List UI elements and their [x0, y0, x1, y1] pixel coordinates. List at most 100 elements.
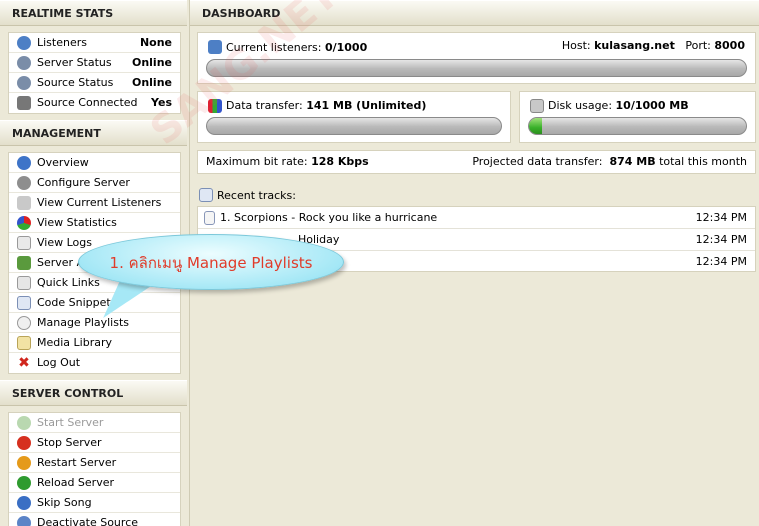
recent-tracks-label: Recent tracks: — [217, 189, 296, 202]
stop-icon — [17, 436, 31, 450]
info-icon — [17, 156, 31, 170]
disk-icon — [530, 99, 544, 113]
transfer-bar — [206, 117, 502, 135]
data-transfer-box: Data transfer: 141 MB (Unlimited) — [197, 91, 511, 143]
track-time: 12:34 PM — [695, 211, 747, 224]
menu-skip-song[interactable]: Skip Song — [9, 493, 180, 513]
menu-label: View Current Listeners — [37, 196, 162, 209]
host-value: kulasang.net — [594, 39, 675, 52]
folder-icon — [17, 336, 31, 350]
projected-line: Projected data transfer: 874 MB total th… — [472, 155, 747, 168]
link-icon — [17, 276, 31, 290]
realtime-stats-panel: Listeners None Server Status Online Sour… — [8, 32, 181, 114]
log-icon — [17, 236, 31, 250]
menu-stop-server[interactable]: Stop Server — [9, 433, 180, 453]
menu-start-server[interactable]: Start Server — [9, 413, 180, 433]
menu-label: Skip Song — [37, 496, 92, 509]
projected-label: Projected data transfer: — [472, 155, 603, 168]
broadcast-icon — [17, 56, 31, 70]
disc-icon — [17, 316, 31, 330]
track-time: 12:34 PM — [695, 233, 747, 246]
track-row: 1. Scorpions - Rock you like a hurricane… — [198, 207, 755, 229]
menu-label: Server A — [37, 256, 85, 269]
menu-label: Quick Links — [37, 276, 100, 289]
stat-row-server-status: Server Status Online — [9, 53, 180, 73]
tracks-icon — [199, 188, 213, 202]
bitrate-line: Maximum bit rate: 128 Kbps — [206, 155, 369, 168]
menu-label: Configure Server — [37, 176, 130, 189]
menu-restart-server[interactable]: Restart Server — [9, 453, 180, 473]
stat-value: Online — [131, 56, 172, 69]
menu-view-statistics[interactable]: View Statistics — [9, 213, 180, 233]
menu-label: Reload Server — [37, 476, 114, 489]
realtime-stats-header: REALTIME STATS — [0, 0, 187, 26]
menu-configure-server[interactable]: Configure Server — [9, 173, 180, 193]
port-value: 8000 — [714, 39, 745, 52]
projected-suffix: total this month — [659, 155, 747, 168]
disk-label: Disk usage: — [548, 99, 613, 112]
bitrate-box: Maximum bit rate: 128 Kbps Projected dat… — [197, 150, 756, 174]
disk-line: Disk usage: 10/1000 MB — [548, 99, 689, 112]
stat-value: Online — [131, 76, 172, 89]
menu-deactivate-source[interactable]: Deactivate Source — [9, 513, 180, 526]
transfer-line: Data transfer: 141 MB (Unlimited) — [226, 99, 426, 112]
menu-label: Stop Server — [37, 436, 102, 449]
file-icon — [204, 211, 215, 225]
port-label: Port: — [685, 39, 711, 52]
stat-row-listeners: Listeners None — [9, 33, 180, 53]
stat-row-source-connected: Source Connected Yes — [9, 93, 180, 113]
deactivate-icon — [17, 516, 31, 526]
users-icon — [17, 196, 31, 210]
menu-label: Overview — [37, 156, 89, 169]
listeners-box: Current listeners: 0/1000 Host: kulasang… — [197, 32, 756, 84]
gear-icon — [17, 176, 31, 190]
menu-label: Start Server — [37, 416, 104, 429]
management-header: MANAGEMENT — [0, 120, 187, 146]
stat-value: Yes — [151, 96, 172, 109]
listeners-value: 0/1000 — [324, 41, 368, 54]
restart-icon — [17, 456, 31, 470]
stat-row-source-status: Source Status Online — [9, 73, 180, 93]
host-line: Host: kulasang.net Port: 8000 — [562, 39, 745, 52]
menu-overview[interactable]: Overview — [9, 153, 180, 173]
disk-bar-fill — [529, 118, 543, 134]
track-time: 12:34 PM — [695, 255, 747, 268]
stat-value: None — [139, 36, 172, 49]
transfer-value: 141 MB (Unlimited) — [306, 99, 427, 112]
play-icon — [17, 416, 31, 430]
x-icon: ✖ — [18, 355, 30, 371]
menu-view-current-listeners[interactable]: View Current Listeners — [9, 193, 180, 213]
menu-label: View Logs — [37, 236, 92, 249]
host-label: Host: — [561, 39, 591, 52]
bar-chart-icon — [208, 99, 222, 113]
listeners-label: Current listeners: — [226, 41, 322, 54]
bitrate-label: Maximum bit rate: — [206, 155, 308, 168]
menu-label: Deactivate Source — [37, 516, 139, 526]
server-control-header: SERVER CONTROL — [0, 380, 187, 406]
menu-media-library[interactable]: Media Library — [9, 333, 180, 353]
pie-chart-icon — [17, 216, 31, 230]
menu-label: Restart Server — [37, 456, 117, 469]
projected-value: 874 MB — [609, 155, 656, 168]
stat-label: Server Status — [37, 56, 112, 69]
disk-value: 10/1000 MB — [615, 99, 689, 112]
stat-label: Source Status — [37, 76, 114, 89]
users-icon — [17, 36, 31, 50]
menu-reload-server[interactable]: Reload Server — [9, 473, 180, 493]
menu-log-out[interactable]: ✖ Log Out — [9, 353, 180, 373]
users-icon — [208, 40, 222, 54]
server-icon — [17, 256, 31, 270]
menu-label: View Statistics — [37, 216, 117, 229]
menu-label: Media Library — [37, 336, 112, 349]
stat-label: Listeners — [37, 36, 87, 49]
bitrate-value: 128 Kbps — [311, 155, 369, 168]
annotation-callout: 1. คลิกเมนู Manage Playlists — [78, 234, 344, 290]
menu-label: Log Out — [37, 356, 81, 369]
track-title: 1. Scorpions - Rock you like a hurricane — [220, 211, 438, 224]
stat-label: Source Connected — [37, 96, 138, 109]
server-control-menu: Start Server Stop Server Restart Server … — [8, 412, 181, 526]
disk-usage-box: Disk usage: 10/1000 MB — [519, 91, 756, 143]
dashboard-header: DASHBOARD — [190, 0, 759, 26]
disk-bar — [528, 117, 747, 135]
speaker-icon — [17, 96, 31, 110]
